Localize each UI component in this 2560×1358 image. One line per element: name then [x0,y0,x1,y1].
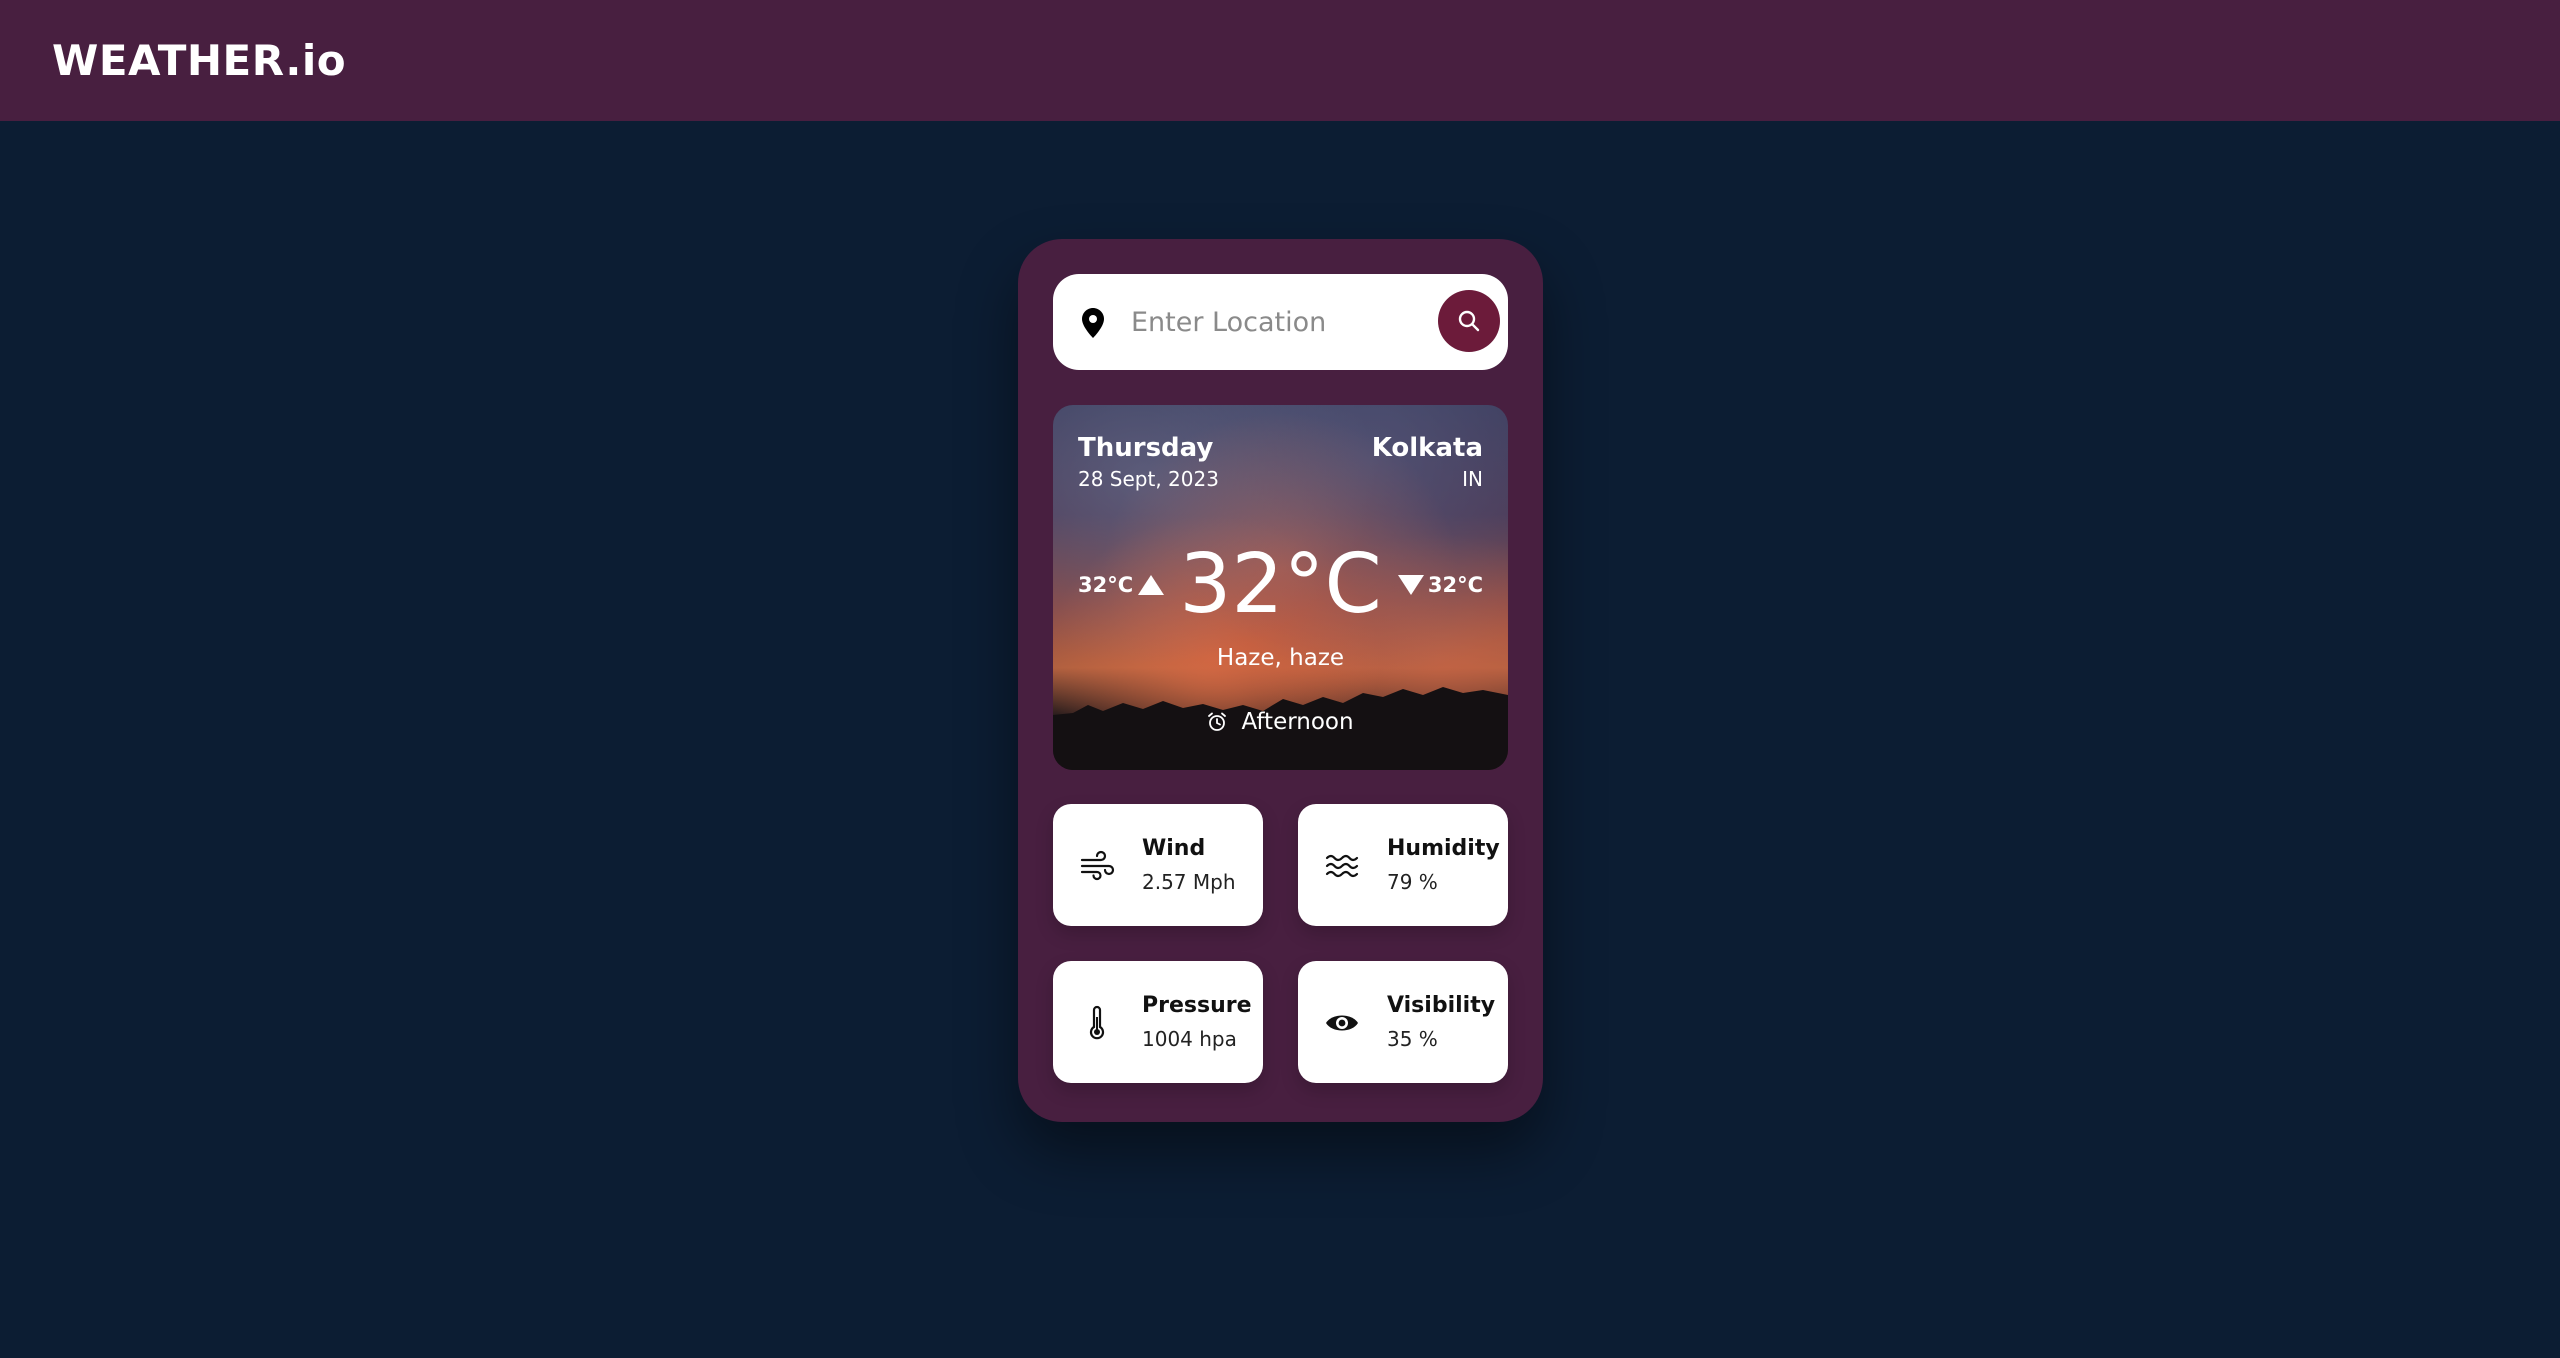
weather-description: Haze, haze [1216,645,1345,671]
current-weather-card: Thursday 28 Sept, 2023 Kolkata IN 32°C 3… [1053,405,1508,770]
wind-label: Wind [1142,836,1206,861]
weather-app-card: Thursday 28 Sept, 2023 Kolkata IN 32°C 3… [1018,239,1543,1122]
alarm-clock-icon [1208,712,1227,731]
humidity-value: 79 % [1387,870,1438,894]
temperature-row: 32°C 32°C 32°C [1053,544,1508,626]
wind-card: Wind 2.57 Mph [1053,804,1263,926]
country-code: IN [1462,467,1483,491]
date: 28 Sept, 2023 [1078,467,1219,491]
waves-icon [1325,854,1359,878]
arrow-down-icon [1398,575,1424,595]
visibility-card: Visibility 35 % [1298,961,1508,1083]
pressure-label: Pressure [1142,993,1252,1018]
thermometer-icon [1089,1005,1105,1040]
wind-icon [1080,850,1115,881]
humidity-card: Humidity 79 % [1298,804,1508,926]
visibility-label: Visibility [1387,993,1496,1018]
navbar: WEATHER.io [0,0,2560,121]
search-bar [1053,274,1508,370]
max-temperature: 32°C [1427,573,1483,597]
search-icon [1458,310,1480,332]
weekday: Thursday [1078,433,1214,463]
pressure-card: Pressure 1004 hpa [1053,961,1263,1083]
search-button[interactable] [1438,290,1500,352]
time-of-day: Afternoon [1053,709,1508,735]
humidity-label: Humidity [1387,836,1500,861]
brand-logo[interactable]: WEATHER.io [52,36,346,85]
eye-icon [1326,1015,1358,1031]
location-input[interactable] [1131,296,1421,348]
wind-value: 2.57 Mph [1142,870,1236,894]
visibility-value: 35 % [1387,1027,1438,1051]
pressure-value: 1004 hpa [1142,1027,1237,1051]
location-pin-icon [1082,308,1104,338]
time-of-day-label: Afternoon [1241,709,1354,735]
city-name: Kolkata [1371,433,1483,463]
